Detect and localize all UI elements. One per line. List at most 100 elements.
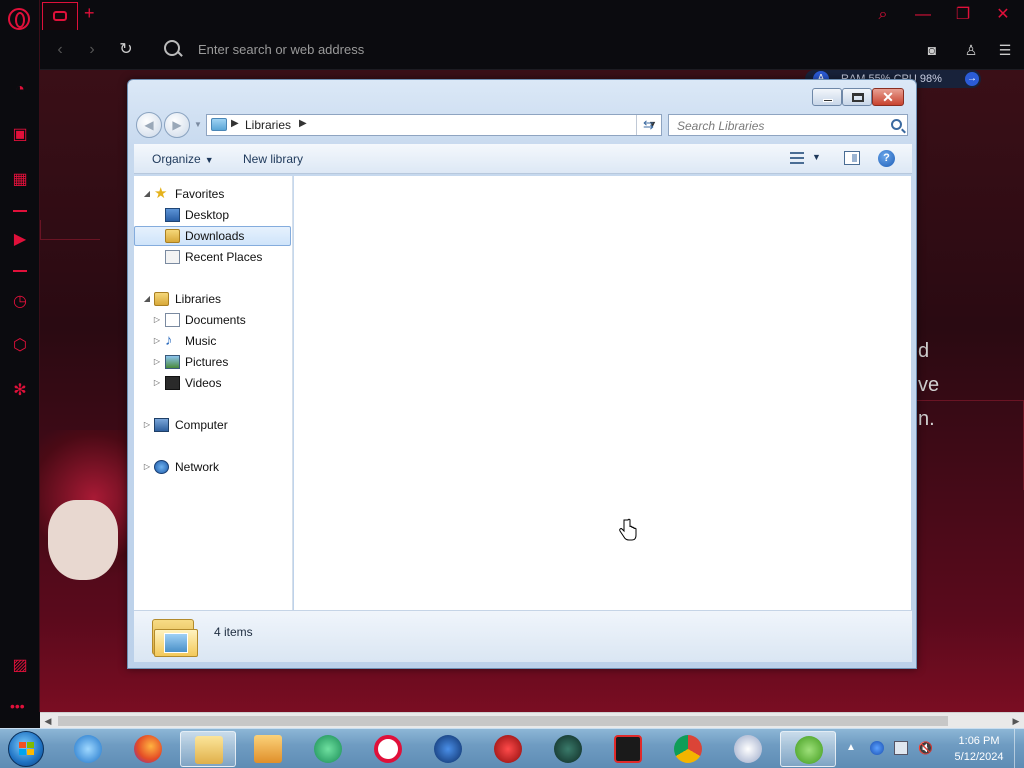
taskbar-ccleaner[interactable]: [420, 731, 476, 767]
player-icon[interactable]: ▶: [10, 230, 30, 250]
taskbar-media-player[interactable]: [240, 731, 296, 767]
tree-item-downloads[interactable]: Downloads: [134, 226, 291, 246]
close-button[interactable]: ✕: [872, 88, 904, 106]
recent-places-icon: [165, 250, 180, 264]
history-icon[interactable]: ◷: [10, 292, 30, 312]
reload-icon[interactable]: ↻: [116, 40, 136, 60]
taskbar-internet-explorer[interactable]: [60, 731, 116, 767]
breadcrumb-libraries[interactable]: Libraries: [245, 118, 291, 132]
new-library-button[interactable]: New library: [243, 152, 303, 166]
minimize-icon[interactable]: —: [912, 4, 934, 26]
expanded-arrow-icon[interactable]: ◢: [142, 289, 152, 309]
tree-item-music[interactable]: ▷ ♪ Music: [134, 331, 291, 351]
restore-icon[interactable]: ❐: [952, 4, 974, 26]
tree-item-libraries[interactable]: ◢ Libraries: [134, 289, 291, 309]
explorer-window[interactable]: ✕ ◀ ▶ ▼ ▶ Libraries ▶ ▼ ⇆ Search Librari…: [127, 79, 917, 669]
taskbar-bittorrent[interactable]: [720, 731, 776, 767]
scroll-right-icon[interactable]: ▶: [1010, 715, 1022, 727]
organize-button[interactable]: Organize ▼: [152, 152, 214, 166]
collapsed-arrow-icon[interactable]: ▷: [152, 310, 162, 330]
tree-label: Music: [185, 334, 217, 348]
breadcrumb-chevron-icon[interactable]: ▶: [299, 118, 307, 129]
maximize-button[interactable]: [842, 88, 872, 106]
internet-explorer-icon: [74, 735, 102, 763]
start-button[interactable]: [8, 731, 44, 767]
search-icon: [164, 40, 180, 56]
film-strip-icon: [165, 376, 180, 390]
breadcrumb-chevron-icon[interactable]: ▶: [231, 118, 239, 129]
taskbar-app-vpn[interactable]: [540, 731, 596, 767]
show-desktop-button[interactable]: [1014, 729, 1024, 768]
taskbar-app-green[interactable]: [300, 731, 356, 767]
close-icon[interactable]: ✕: [992, 4, 1014, 26]
collapsed-arrow-icon[interactable]: ▷: [142, 457, 152, 477]
tree-item-documents[interactable]: ▷ Documents: [134, 310, 291, 330]
star-icon: ★: [154, 185, 168, 202]
speedometer-icon[interactable]: ◔: [10, 80, 30, 100]
show-hidden-icons-icon[interactable]: ▲: [846, 742, 856, 753]
forward-icon[interactable]: ›: [82, 40, 102, 60]
extensions-icon[interactable]: ⬡: [10, 336, 30, 356]
gx-corner-icon[interactable]: ▣: [10, 125, 30, 145]
network-tray-icon[interactable]: [894, 741, 908, 755]
gx-control-icon[interactable]: ▦: [10, 170, 30, 190]
settings-icon[interactable]: ✻: [10, 381, 30, 401]
scroll-left-icon[interactable]: ◀: [42, 715, 54, 727]
tab-active[interactable]: [42, 2, 78, 30]
chevron-down-icon[interactable]: ▼: [812, 152, 821, 162]
back-button[interactable]: ◀: [136, 112, 162, 138]
tree-item-recent-places[interactable]: Recent Places: [134, 247, 291, 267]
collapsed-arrow-icon[interactable]: ▷: [152, 352, 162, 372]
search-icon[interactable]: [891, 119, 902, 130]
more-icon[interactable]: •••: [10, 698, 25, 714]
collapsed-arrow-icon[interactable]: ▷: [152, 331, 162, 351]
tree-item-network[interactable]: ▷ Network: [134, 457, 291, 477]
refresh-button[interactable]: ⇆: [636, 115, 660, 135]
organize-label: Organize: [152, 152, 201, 166]
preview-pane-icon[interactable]: [844, 151, 860, 165]
search-input[interactable]: Search Libraries: [668, 114, 908, 136]
search-placeholder: Search Libraries: [677, 119, 765, 133]
clock[interactable]: 1:06 PM 5/12/2024: [948, 733, 1010, 765]
taskbar-app-red[interactable]: [480, 731, 536, 767]
taskbar-opera-gx[interactable]: [360, 731, 416, 767]
address-input[interactable]: Enter search or web address: [198, 42, 364, 57]
tree-item-pictures[interactable]: ▷ Pictures: [134, 352, 291, 372]
collapsed-arrow-icon[interactable]: ▷: [152, 373, 162, 393]
change-view-icon[interactable]: [790, 152, 804, 164]
file-list-area[interactable]: [294, 176, 911, 610]
back-icon[interactable]: ‹: [50, 40, 70, 60]
address-field[interactable]: ▶ Libraries ▶ ▼: [206, 114, 662, 136]
arrow-right-icon: ▶: [172, 118, 182, 132]
arrow-right-icon[interactable]: →: [965, 72, 979, 86]
tree-item-favorites[interactable]: ◢ ★ Favorites: [134, 184, 291, 204]
horizontal-scrollbar[interactable]: ◀ ▶: [40, 712, 1024, 728]
tree-item-desktop[interactable]: Desktop: [134, 205, 291, 225]
tree-item-videos[interactable]: ▷ Videos: [134, 373, 291, 393]
taskbar-firefox[interactable]: [120, 731, 176, 767]
profile-icon[interactable]: ♙: [961, 40, 981, 60]
tray-app-icon[interactable]: [870, 741, 884, 755]
collapsed-arrow-icon[interactable]: ▷: [142, 415, 152, 435]
gamepad-icon: [53, 11, 67, 21]
opera-logo-icon[interactable]: [8, 8, 30, 30]
help-icon[interactable]: ?: [878, 150, 895, 167]
snapshot-icon[interactable]: ◙: [922, 40, 942, 60]
minimize-button[interactable]: [812, 88, 842, 106]
menu-icon[interactable]: ☰: [995, 40, 1015, 60]
item-count: 4 items: [214, 625, 253, 639]
taskbar-utorrent[interactable]: [780, 731, 836, 767]
ccleaner-icon: [434, 735, 462, 763]
search-tabs-icon[interactable]: ⌕: [872, 4, 894, 26]
tree-item-computer[interactable]: ▷ Computer: [134, 415, 291, 435]
recent-pages-dropdown[interactable]: ▼: [194, 120, 202, 129]
gallery-icon[interactable]: ▨: [10, 656, 30, 676]
scrollbar-thumb[interactable]: [58, 716, 948, 726]
forward-button[interactable]: ▶: [164, 112, 190, 138]
new-tab-button[interactable]: +: [84, 3, 95, 24]
taskbar-chrome[interactable]: [660, 731, 716, 767]
taskbar-screen-recorder[interactable]: [600, 731, 656, 767]
volume-muted-icon[interactable]: 🔇: [918, 741, 933, 755]
expanded-arrow-icon[interactable]: ◢: [142, 184, 152, 204]
taskbar-windows-explorer[interactable]: [180, 731, 236, 767]
